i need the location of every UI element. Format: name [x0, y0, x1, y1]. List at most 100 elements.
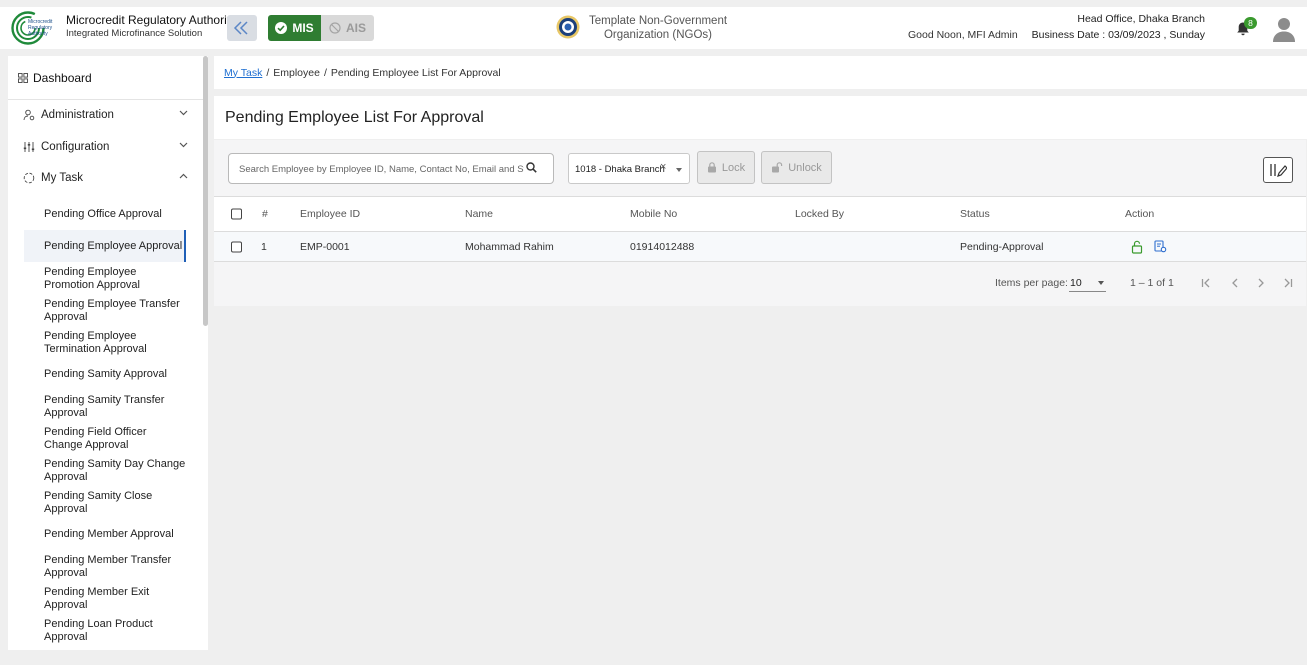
check-circle-icon [275, 22, 288, 34]
select-all-checkbox[interactable] [231, 208, 242, 220]
column-header-index: # [262, 208, 268, 220]
sidebar-item-pending-member-approval[interactable]: Pending Member Approval [24, 522, 186, 546]
column-header-employee-id[interactable]: Employee ID [300, 208, 360, 220]
column-settings-button[interactable] [1263, 157, 1293, 183]
ban-icon [329, 22, 341, 34]
ais-label: AIS [345, 21, 366, 35]
lock-icon [707, 162, 716, 173]
sidebar-item-pending-office-approval[interactable]: Pending Office Approval [24, 202, 186, 226]
row-status: Pending-Approval [960, 240, 1044, 253]
column-header-name[interactable]: Name [465, 208, 493, 220]
lock-button[interactable]: Lock [697, 151, 755, 184]
row-checkbox[interactable] [231, 241, 242, 252]
breadcrumb-current: Pending Employee List For Approval [330, 66, 501, 79]
row-index: 1 [261, 240, 267, 253]
table-header: # Employee ID Name Mobile No Locked By S… [214, 196, 1306, 232]
unlock-button[interactable]: Unlock [761, 151, 832, 184]
first-page-button[interactable] [1200, 275, 1214, 291]
sidebar-item-dashboard[interactable]: Dashboard [8, 56, 208, 100]
row-name: Mohammad Rahim [465, 240, 554, 253]
items-per-page-value: 10 [1070, 277, 1082, 289]
unlock-label: Unlock [788, 161, 822, 174]
table-row[interactable]: 1 EMP-0001 Mohammad Rahim 01914012488 Pe… [214, 232, 1306, 262]
sidebar-item-label: Dashboard [33, 70, 92, 85]
sidebar-group-configuration[interactable]: Configuration [8, 132, 208, 162]
lock-label: Lock [721, 161, 746, 174]
items-per-page-label: Items per page: [995, 277, 1068, 289]
sidebar-item-pending-employee-promotion-approval[interactable]: Pending Employee Promotion Approval [24, 265, 186, 293]
grid-icon [18, 72, 28, 83]
chevron-down-icon [179, 110, 188, 116]
sidebar-item-pending-member-exit-approval[interactable]: Pending Member Exit Approval [24, 585, 186, 613]
view-details-icon[interactable] [1154, 240, 1167, 253]
breadcrumb-separator: / [323, 66, 327, 79]
loading-circle-icon [23, 172, 35, 184]
dropdown-arrow-icon [676, 168, 682, 172]
user-avatar-icon[interactable] [1272, 16, 1296, 42]
page-title: Pending Employee List For Approval [225, 108, 484, 126]
user-cog-icon [23, 109, 35, 121]
chevron-down-icon [179, 142, 188, 148]
column-header-mobile-no[interactable]: Mobile No [630, 208, 677, 220]
previous-page-button[interactable] [1228, 275, 1242, 291]
unlock-icon [772, 162, 783, 173]
breadcrumb-employee: Employee [273, 66, 320, 79]
sidebar-item-pending-field-officer-change-approval[interactable]: Pending Field Officer Change Approval [24, 425, 186, 453]
unlock-row-icon[interactable] [1131, 240, 1143, 254]
double-chevron-left-icon [233, 21, 248, 35]
items-per-page-select[interactable]: 10 [1069, 274, 1106, 292]
org-subtitle: Integrated Microfinance Solution [66, 28, 203, 39]
business-date: Business Date : 03/09/2023 , Sunday [1031, 29, 1205, 41]
logo-text: Microcredit Regulatory Authority [28, 19, 53, 37]
column-header-status[interactable]: Status [960, 208, 990, 220]
column-header-action: Action [1125, 208, 1155, 220]
ngo-emblem-icon [556, 15, 580, 39]
row-employee-id: EMP-0001 [300, 240, 350, 253]
org-name: Microcredit Regulatory Authority [66, 13, 237, 27]
search-input[interactable] [239, 161, 524, 177]
branch-name: Head Office, Dhaka Branch [1077, 13, 1205, 25]
ais-mode-button[interactable]: AIS [321, 15, 374, 41]
ngo-name: Template Non-Government Organization (NG… [588, 15, 728, 41]
breadcrumb-separator: / [266, 66, 270, 79]
chevron-right-icon [1258, 278, 1264, 288]
search-box [228, 153, 554, 184]
greeting-text: Good Noon, MFI Admin [908, 29, 1018, 41]
breadcrumb: My Task / Employee / Pending Employee Li… [214, 56, 1307, 89]
sliders-icon [23, 142, 35, 152]
sidebar-item-pending-samity-day-change-approval[interactable]: Pending Samity Day Change Approval [24, 457, 186, 485]
top-header: Microcredit Regulatory Authority Microcr… [0, 7, 1307, 49]
chevron-left-icon [1232, 278, 1238, 288]
last-page-icon [1284, 278, 1293, 288]
sidebar-group-label: My Task [41, 172, 83, 184]
sidebar-group-label: Administration [41, 109, 114, 121]
sidebar-item-pending-samity-approval[interactable]: Pending Samity Approval [24, 362, 186, 386]
sidebar-item-pending-member-transfer-approval[interactable]: Pending Member Transfer Approval [24, 553, 186, 581]
column-header-locked-by[interactable]: Locked By [795, 208, 844, 220]
chevron-up-icon [179, 173, 188, 179]
dropdown-arrow-icon [1098, 281, 1104, 285]
breadcrumb-link-my-task[interactable]: My Task [224, 67, 262, 79]
page-range-label: 1 – 1 of 1 [1130, 277, 1174, 289]
branch-select-value: 1018 - Dhaka Branch [575, 164, 665, 175]
paginator: Items per page: 10 1 – 1 of 1 [214, 262, 1306, 306]
sidebar-item-pending-samity-transfer-approval[interactable]: Pending Samity Transfer Approval [24, 393, 186, 421]
mis-mode-button[interactable]: MIS [268, 15, 321, 41]
last-page-button[interactable] [1280, 275, 1294, 291]
clear-icon[interactable]: × [660, 161, 666, 173]
search-icon[interactable] [526, 162, 537, 173]
notification-badge: 8 [1244, 17, 1257, 29]
next-page-button[interactable] [1254, 275, 1268, 291]
sidebar-group-administration[interactable]: Administration [8, 100, 208, 130]
sidebar-item-pending-loan-product-approval[interactable]: Pending Loan Product Approval [24, 617, 186, 645]
collapse-sidebar-button[interactable] [227, 15, 257, 41]
sidebar-item-pending-employee-termination-approval[interactable]: Pending Employee Termination Approval [24, 329, 186, 357]
sidebar-group-my-task[interactable]: My Task [8, 163, 208, 193]
sidebar-item-pending-employee-approval[interactable]: Pending Employee Approval [24, 230, 186, 262]
branch-select[interactable]: 1018 - Dhaka Branch × [568, 153, 690, 184]
sidebar: Dashboard Administration Configuration M… [8, 56, 208, 650]
sidebar-item-pending-employee-transfer-approval[interactable]: Pending Employee Transfer Approval [24, 297, 186, 325]
row-mobile: 01914012488 [630, 240, 695, 253]
sidebar-item-pending-samity-close-approval[interactable]: Pending Samity Close Approval [24, 489, 186, 517]
sidebar-scrollbar[interactable] [203, 56, 208, 326]
